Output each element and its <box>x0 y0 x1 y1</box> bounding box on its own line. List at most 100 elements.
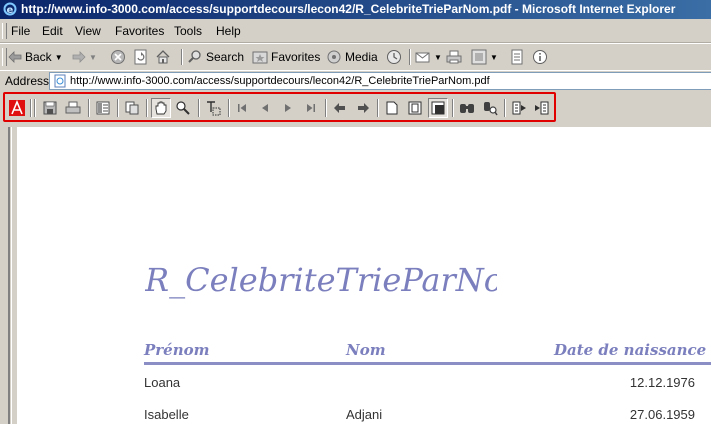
print-button[interactable] <box>446 48 462 66</box>
address-input[interactable]: http://www.info-3000.com/access/supportd… <box>49 72 711 90</box>
pdf-page[interactable]: R_CelebriteTrieParNom Prénom Nom Date de… <box>17 127 711 424</box>
search-button[interactable]: Search <box>187 48 244 66</box>
discuss-button[interactable] <box>509 48 525 66</box>
address-bar: Address http://www.info-3000.com/access/… <box>0 70 711 92</box>
column-header-nom: Nom <box>346 341 386 359</box>
fit-page-button[interactable] <box>405 98 425 118</box>
acrobat-separator <box>146 99 148 117</box>
stop-icon <box>111 50 125 64</box>
home-button[interactable] <box>155 48 171 66</box>
stop-button[interactable] <box>110 48 126 66</box>
acrobat-separator <box>30 99 32 117</box>
zoom-tool-button[interactable] <box>173 98 193 118</box>
mail-icon <box>415 52 430 63</box>
favorites-button-label: Favorites <box>271 50 321 64</box>
save-copy-button[interactable] <box>40 98 60 118</box>
hand-tool-icon <box>155 101 167 115</box>
toolbar-separator <box>181 49 183 65</box>
print-pdf-button[interactable] <box>63 98 83 118</box>
go-back-button[interactable] <box>330 98 350 118</box>
back-dropdown-icon[interactable]: ▼ <box>55 53 63 62</box>
svg-text:e: e <box>7 5 14 16</box>
history-icon <box>387 50 401 64</box>
actual-size-button[interactable] <box>382 98 402 118</box>
zoom-tool-icon <box>176 101 190 115</box>
menu-tools[interactable]: Tools <box>174 24 202 38</box>
ebook-icon <box>512 101 526 115</box>
reflow-button[interactable] <box>532 98 552 118</box>
standard-toolbar-grip[interactable] <box>2 48 7 66</box>
bookmarks-icon <box>96 101 110 115</box>
window-title: http://www.info-3000.com/access/supportd… <box>21 2 676 16</box>
edit-button[interactable]: ▼ <box>471 48 498 66</box>
fit-width-icon <box>431 101 445 115</box>
menu-file[interactable]: File <box>11 24 30 38</box>
column-header-prenom: Prénom <box>144 341 210 359</box>
report-title: R_CelebriteTrieParNom <box>145 261 497 299</box>
forward-arrow-icon <box>72 51 86 63</box>
window-title-bar[interactable]: e http://www.info-3000.com/access/suppor… <box>0 0 711 19</box>
favorites-icon <box>252 51 268 64</box>
info-icon <box>533 50 547 64</box>
menu-edit[interactable]: Edit <box>42 24 63 38</box>
cell-prenom: Isabelle <box>144 407 189 422</box>
messenger-button[interactable] <box>532 48 548 66</box>
home-icon <box>156 50 170 64</box>
menu-help[interactable]: Help <box>216 24 241 38</box>
menu-bar-grip[interactable] <box>2 23 7 39</box>
acrobat-toolbar <box>0 91 711 126</box>
last-page-button[interactable] <box>301 98 321 118</box>
menu-bar: File Edit View Favorites Tools Help <box>0 20 711 43</box>
adobe-logo-button[interactable] <box>7 98 27 118</box>
mail-dropdown-icon[interactable]: ▼ <box>434 53 442 62</box>
next-page-button[interactable] <box>278 98 298 118</box>
fit-page-icon <box>408 101 422 115</box>
search-icon <box>188 50 201 63</box>
edit-dropdown-icon[interactable]: ▼ <box>490 53 498 62</box>
forward-dropdown-icon[interactable]: ▼ <box>89 53 97 62</box>
save-icon <box>43 101 57 115</box>
toolbar-separator <box>409 49 411 65</box>
forward-button[interactable]: ▼ <box>72 48 97 66</box>
first-page-icon <box>238 104 246 112</box>
address-label: Address <box>5 74 50 88</box>
media-button[interactable]: Media <box>326 48 378 66</box>
page-icon <box>54 74 66 88</box>
find-button[interactable] <box>457 98 477 118</box>
text-select-button[interactable] <box>203 98 223 118</box>
acrobat-separator <box>198 99 200 117</box>
menu-favorites[interactable]: Favorites <box>115 24 164 38</box>
search-icon <box>484 102 498 116</box>
standard-toolbar: Back ▼ ▼ Search Favorites Media ▼ ▼ <box>0 43 711 71</box>
print-icon <box>65 101 81 114</box>
internet-explorer-icon: e <box>3 2 17 16</box>
actual-size-icon <box>386 101 398 115</box>
header-rule <box>144 362 711 365</box>
reflow-icon <box>535 101 549 115</box>
favorites-button[interactable]: Favorites <box>252 48 320 66</box>
search-pdf-button[interactable] <box>480 98 500 118</box>
discuss-icon <box>511 49 523 65</box>
previous-page-icon <box>262 104 268 112</box>
acrobat-separator <box>117 99 119 117</box>
hand-tool-button[interactable] <box>151 98 171 118</box>
acrobat-separator <box>504 99 506 117</box>
media-icon <box>327 50 341 64</box>
fit-width-button[interactable] <box>428 98 448 118</box>
refresh-button[interactable] <box>133 48 149 66</box>
history-button[interactable] <box>386 48 402 66</box>
menu-view[interactable]: View <box>75 24 101 38</box>
edit-icon <box>471 49 487 65</box>
thumbnails-icon <box>125 101 139 115</box>
address-url: http://www.info-3000.com/access/supportd… <box>70 75 490 87</box>
ebook-button[interactable] <box>509 98 529 118</box>
search-button-label: Search <box>206 50 245 64</box>
go-forward-button[interactable] <box>353 98 373 118</box>
document-left-border-highlight <box>11 127 12 424</box>
mail-button[interactable]: ▼ <box>415 48 442 66</box>
bookmarks-toggle-button[interactable] <box>93 98 113 118</box>
thumbnails-toggle-button[interactable] <box>122 98 142 118</box>
first-page-button[interactable] <box>232 98 252 118</box>
previous-page-button[interactable] <box>255 98 275 118</box>
back-button[interactable]: Back ▼ <box>8 48 63 66</box>
